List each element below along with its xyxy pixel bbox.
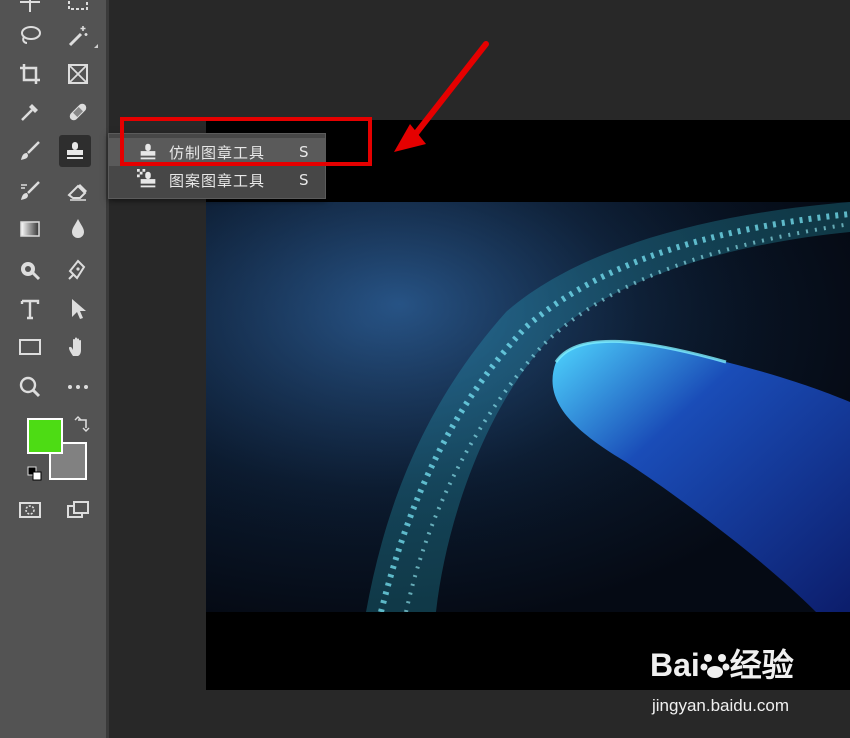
eraser-tool[interactable] bbox=[62, 175, 94, 207]
path-selection-tool[interactable] bbox=[62, 293, 94, 325]
foreground-color-swatch[interactable] bbox=[27, 418, 63, 454]
move-tool[interactable] bbox=[14, 0, 46, 18]
rectangle-tool[interactable] bbox=[14, 331, 46, 363]
rectangle-icon bbox=[19, 339, 41, 355]
history-brush-icon bbox=[21, 181, 40, 200]
crop-icon bbox=[20, 64, 40, 84]
zoom-icon bbox=[19, 376, 41, 398]
text-icon bbox=[20, 299, 40, 320]
type-tool[interactable] bbox=[14, 293, 46, 325]
menu-item-shortcut: S bbox=[299, 171, 309, 189]
frame-icon bbox=[68, 64, 88, 84]
gradient-tool[interactable] bbox=[14, 213, 46, 245]
eyedropper-icon bbox=[21, 104, 38, 121]
eraser-icon bbox=[67, 184, 87, 201]
more-icon bbox=[68, 385, 88, 389]
red-highlight-box bbox=[120, 117, 372, 166]
frame-tool[interactable] bbox=[62, 58, 94, 90]
default-colors-icon[interactable] bbox=[27, 466, 43, 482]
swap-colors-icon[interactable] bbox=[74, 416, 92, 434]
lasso-icon bbox=[21, 26, 41, 44]
stamp-icon bbox=[67, 142, 83, 159]
magic-wand-icon bbox=[68, 26, 88, 47]
hand-icon bbox=[69, 337, 81, 356]
arrow-cursor-icon bbox=[72, 299, 86, 319]
hand-tool[interactable] bbox=[62, 331, 94, 363]
crop-tool[interactable] bbox=[14, 58, 46, 90]
dodge-tool[interactable] bbox=[14, 254, 46, 286]
gradient-icon bbox=[20, 221, 40, 237]
watermark-url: jingyan.baidu.com bbox=[652, 696, 790, 715]
zoom-tool[interactable] bbox=[14, 371, 46, 403]
quick-mask-button[interactable] bbox=[14, 494, 46, 526]
history-brush-tool[interactable] bbox=[14, 175, 46, 207]
healing-brush-tool[interactable] bbox=[62, 96, 94, 128]
pen-tool[interactable] bbox=[62, 254, 94, 286]
red-arrow-annotation bbox=[394, 41, 489, 152]
brush-icon bbox=[21, 141, 40, 160]
marquee-icon bbox=[68, 0, 88, 10]
screen-mode-button[interactable] bbox=[62, 494, 94, 526]
eyedropper-tool[interactable] bbox=[14, 96, 46, 128]
canvas-image bbox=[206, 202, 850, 612]
screen-mode-icon bbox=[67, 501, 89, 518]
paw-icon bbox=[700, 650, 730, 680]
clone-stamp-tool[interactable] bbox=[59, 135, 91, 167]
quick-mask-icon bbox=[19, 502, 41, 518]
marquee-tool[interactable] bbox=[62, 0, 94, 18]
tools-panel bbox=[0, 0, 106, 738]
brush-tool[interactable] bbox=[14, 135, 46, 167]
menu-item-pattern-stamp[interactable]: 图案图章工具 S bbox=[109, 166, 325, 194]
bandage-icon bbox=[69, 103, 87, 121]
move-icon bbox=[20, 0, 40, 12]
magic-wand-tool[interactable] bbox=[62, 20, 94, 52]
pattern-stamp-icon bbox=[137, 169, 156, 188]
baidu-jingyan-watermark: Bai 经验 jingyan.baidu.com bbox=[650, 640, 850, 730]
lasso-tool[interactable] bbox=[14, 20, 46, 52]
watermark-logo: Bai 经验 bbox=[650, 647, 794, 683]
drop-icon bbox=[72, 219, 84, 238]
pen-icon bbox=[68, 259, 86, 280]
blur-tool[interactable] bbox=[62, 213, 94, 245]
edit-toolbar-button[interactable] bbox=[62, 371, 94, 403]
toolbar-divider bbox=[106, 0, 109, 738]
menu-item-label: 图案图章工具 bbox=[169, 171, 266, 190]
dodge-icon bbox=[21, 262, 41, 281]
